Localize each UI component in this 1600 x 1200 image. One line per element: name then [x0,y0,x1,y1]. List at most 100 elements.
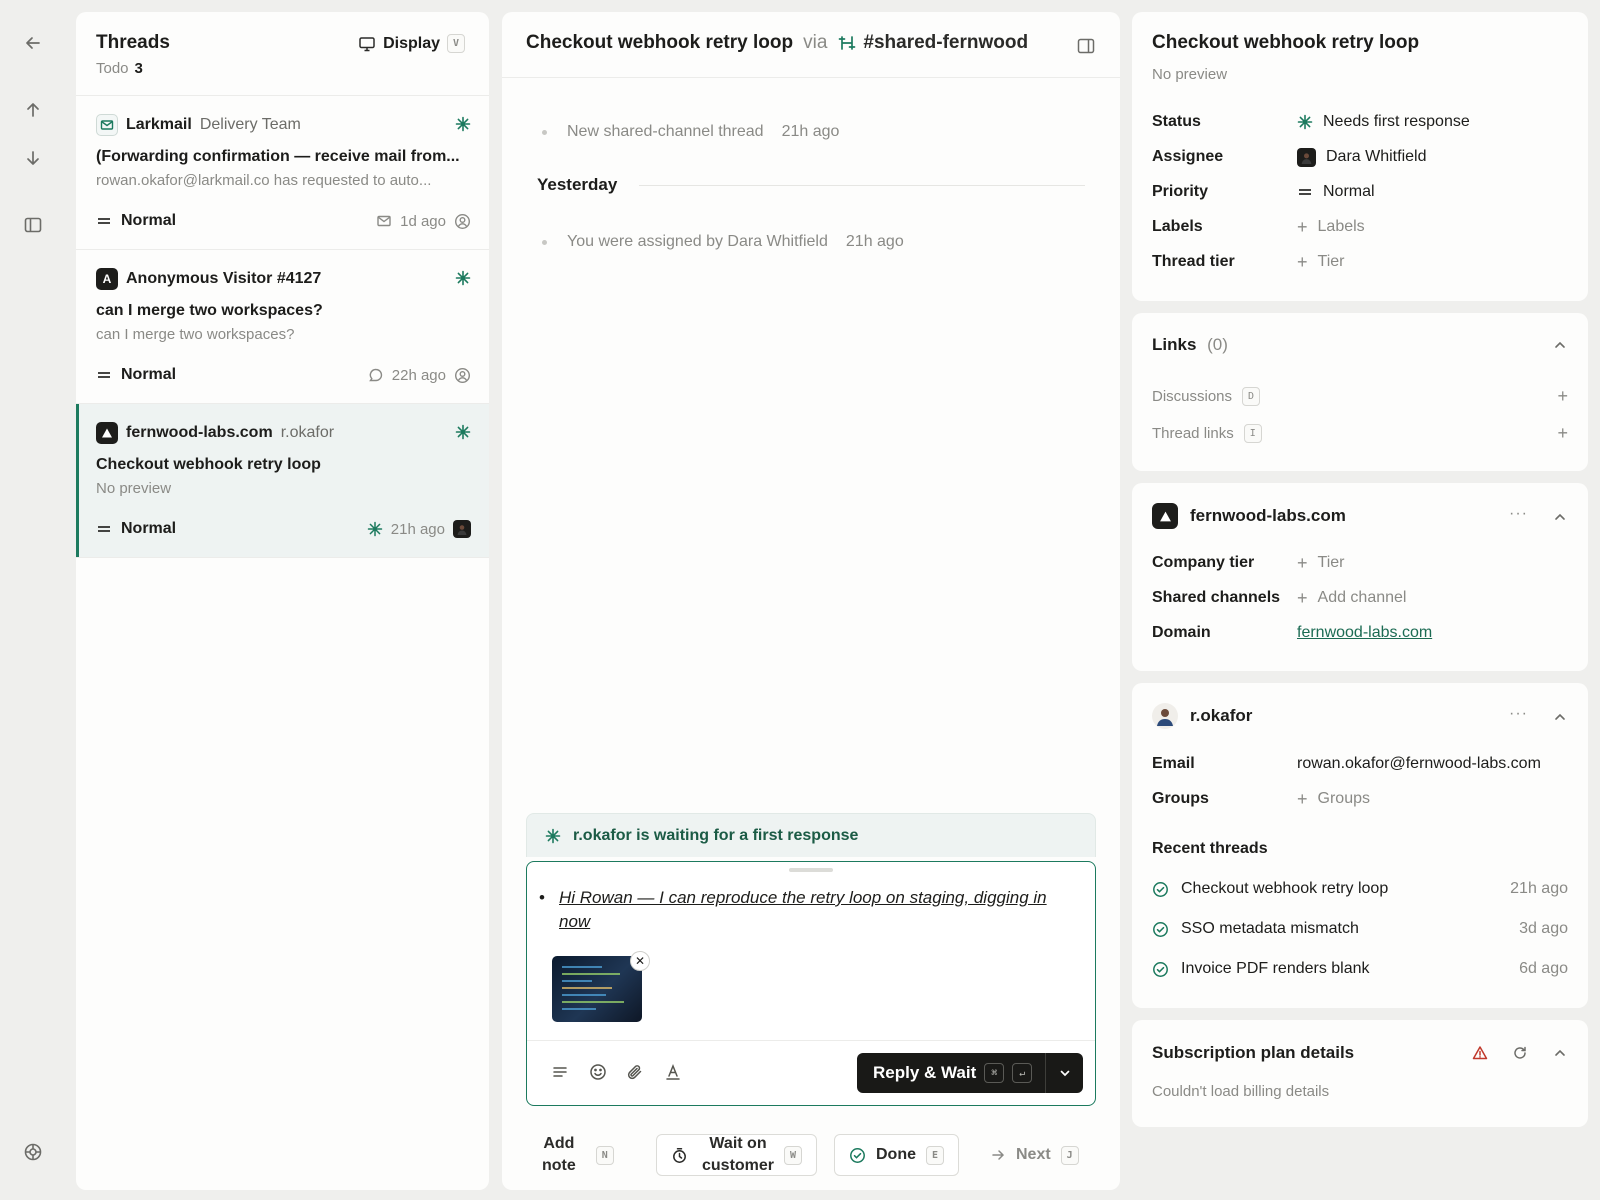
done-label: Done [876,1146,916,1163]
email-label: Email [1152,755,1195,772]
thread-priority: Normal [121,366,177,383]
draft-text[interactable]: Hi Rowan — I can reproduce the retry loo… [539,886,1059,934]
chevron-up-icon [1555,341,1565,348]
format-text-icon[interactable] [551,1063,569,1081]
arrow-left-icon[interactable] [21,31,45,55]
company-tier-row[interactable]: Company tier + Tier [1152,551,1568,575]
recent-thread-item[interactable]: SSO metadata mismatch 3d ago [1152,917,1568,941]
sidebar-icon[interactable] [21,213,45,237]
links-count: (0) [1207,335,1228,354]
customer-more-icon[interactable]: ··· [1509,705,1528,723]
collapse-subscription-button[interactable] [1552,1045,1568,1065]
add-note-shortcut: N [595,1145,614,1165]
assignee-row[interactable]: Assignee Dara Whitfield [1152,145,1568,169]
refresh-icon[interactable] [1512,1045,1528,1065]
recent-thread-item[interactable]: Invoice PDF renders blank 6d ago [1152,957,1568,981]
add-note-button[interactable]: Add note N [542,1134,614,1176]
thread-preview: No preview [96,480,172,497]
thread-actions-bar: Add note N Wait on customer W Done E Next … [502,1124,1120,1190]
filter-count: 3 [134,60,143,77]
thread-preview: rowan.okafor@larkmail.co has requested t… [96,172,432,189]
thread-tier-row[interactable]: Thread tier + Tier [1152,250,1568,274]
thread-customer-name: Larkmail [126,116,192,133]
event-text: New shared-channel thread [567,123,764,140]
add-discussion-icon[interactable]: + [1557,387,1568,405]
thread-links-row[interactable]: Thread links I + [1152,421,1568,445]
conversation-channel[interactable]: #shared-fernwood [837,32,1028,54]
groups-label: Groups [1152,790,1209,807]
company-tier-value: Tier [1317,554,1345,571]
next-button[interactable]: Next J [990,1134,1079,1176]
done-button[interactable]: Done E [834,1134,959,1176]
attachment-thumbnail[interactable] [552,956,642,1022]
event-dot [542,239,547,245]
subscription-card: Subscription plan details Couldn't load … [1132,1020,1588,1127]
priority-row[interactable]: Priority Normal [1152,180,1568,204]
domain-label: Domain [1152,624,1211,641]
email-value[interactable]: rowan.okafor@fernwood-labs.com [1297,755,1541,773]
waiting-text: r.okafor is waiting for a first response [573,826,859,844]
discussions-row[interactable]: Discussions D + [1152,384,1568,408]
toggle-details-icon[interactable] [1076,36,1096,56]
status-row[interactable]: Status Needs first response [1152,110,1568,134]
assignee-avatar [1297,147,1316,167]
add-note-label-2: note [542,1157,576,1174]
remove-attachment-button[interactable]: ✕ [630,951,650,971]
customer-header: r.okafor [1152,703,1252,729]
reply-options-button[interactable] [1045,1053,1083,1093]
labels-row[interactable]: Labels + Labels [1152,215,1568,239]
groups-row[interactable]: Groups + Groups [1152,787,1568,811]
lifebuoy-icon[interactable] [21,1140,45,1164]
threads-filter[interactable]: Todo 3 [96,60,469,77]
priority-value: Normal [1323,183,1375,200]
attach-icon[interactable] [626,1063,644,1081]
arrow-up-icon[interactable] [21,98,45,122]
status-label: Status [1152,113,1201,130]
assignee-value: Dara Whitfield [1326,148,1427,165]
thread-preview: can I merge two workspaces? [96,326,295,343]
thread-item-anonymous-visitor[interactable]: A Anonymous Visitor #4127 can I merge tw… [76,250,489,404]
recent-thread-title: SSO metadata mismatch [1181,920,1359,937]
display-button[interactable]: Display V [358,34,465,53]
day-label: Yesterday [537,175,618,194]
thread-priority: Normal [121,212,177,229]
collapse-links-button[interactable] [1552,337,1568,357]
shared-channels-label: Shared channels [1152,589,1281,606]
company-more-icon[interactable]: ··· [1509,505,1528,523]
thread-priority: Normal [121,520,177,537]
reply-label: Reply & Wait [873,1063,977,1082]
subscription-title: Subscription plan details [1152,1043,1355,1062]
thread-item-fernwood-labs[interactable]: fernwood-labs.com r.okafor Checkout webh… [76,404,489,558]
priority-label: Priority [1152,183,1209,200]
priority-normal-icon [96,522,112,536]
recent-thread-time: 6d ago [1519,960,1568,977]
recent-thread-item[interactable]: Checkout webhook retry loop 21h ago [1152,877,1568,901]
company-tier-label: Company tier [1152,554,1255,571]
shared-channels-row[interactable]: Shared channels + Add channel [1152,586,1568,610]
check-circle-icon [1153,921,1168,937]
reply-and-wait-button[interactable]: Reply & Wait ⌘ ↵ [857,1053,1083,1093]
groups-value: Groups [1317,790,1370,807]
recent-thread-time: 21h ago [1510,880,1568,897]
domain-link[interactable]: fernwood-labs.com [1297,624,1432,642]
timeline-event: You were assigned by Dara Whitfield 21h … [542,233,904,251]
collapse-company-button[interactable] [1552,509,1568,529]
subscription-error: Couldn't load billing details [1152,1083,1330,1100]
arrow-down-icon[interactable] [21,146,45,170]
emoji-icon[interactable] [589,1063,607,1081]
text-style-icon[interactable] [664,1063,682,1081]
resize-handle[interactable] [789,868,833,872]
filter-label: Todo [96,60,129,77]
thread-item-larkmail[interactable]: Larkmail Delivery Team (Forwarding confi… [76,96,489,250]
thread-tier-value: Tier [1317,253,1345,270]
links-card: Links (0) Discussions D + Thread links I… [1132,313,1588,471]
thread-time: 22h ago [391,366,446,384]
reply-composer[interactable]: Hi Rowan — I can reproduce the retry loo… [526,861,1096,1106]
add-thread-link-icon[interactable]: + [1557,424,1568,442]
thread-time: 21h ago [390,520,445,538]
conversation-panel: Checkout webhook retry loop via #shared-… [502,12,1120,1190]
priority-normal-icon [96,368,112,382]
wait-on-customer-button[interactable]: Wait on customer W [656,1134,818,1176]
customer-name: r.okafor [1190,706,1253,725]
collapse-customer-button[interactable] [1552,709,1568,729]
